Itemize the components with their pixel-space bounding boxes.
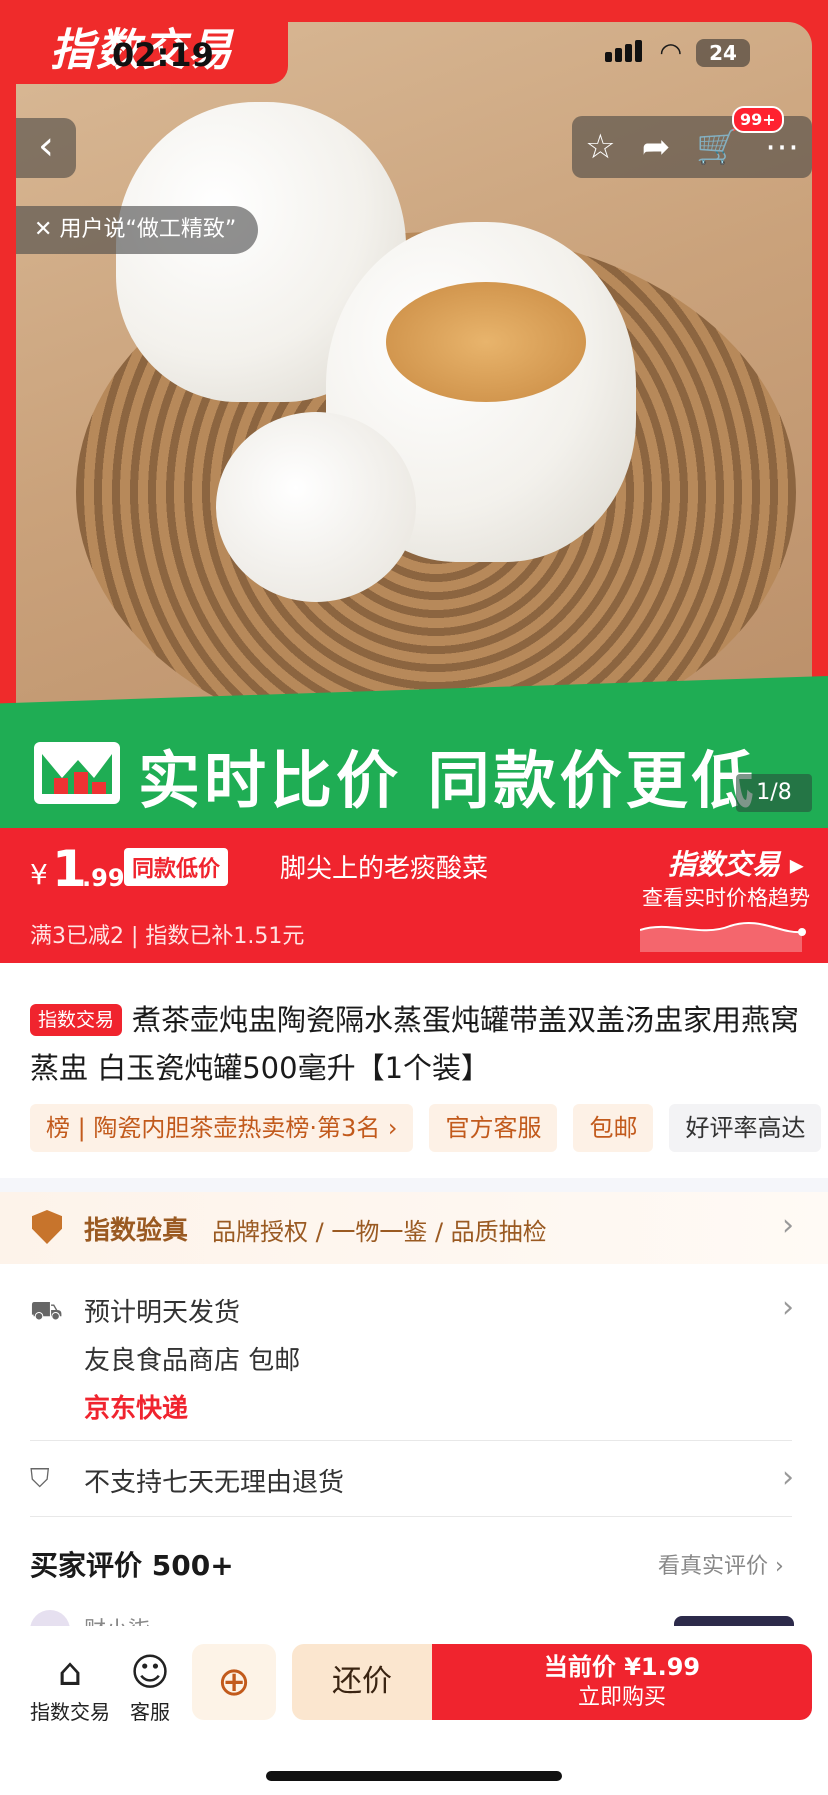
- feature-chips: 榜 | 陶瓷内胆茶壶热卖榜·第3名 › 官方客服 包邮 好评率高达: [30, 1104, 822, 1152]
- status-time: 02:19: [112, 36, 214, 74]
- chip-service[interactable]: 官方客服: [429, 1104, 558, 1152]
- add-cart-button[interactable]: ⊕: [192, 1644, 276, 1720]
- more-icon[interactable]: ⋯: [765, 127, 799, 167]
- close-icon[interactable]: ✕: [34, 217, 59, 242]
- tab-index-trade[interactable]: ⌂ 指数交易: [20, 1648, 120, 1725]
- return-chevron-icon[interactable]: ›: [782, 1460, 794, 1495]
- service-icon: ☺: [130, 1650, 170, 1694]
- add-cart-icon: ⊕: [217, 1659, 251, 1705]
- cart-icon[interactable]: 🛒: [696, 127, 738, 167]
- chip-rating[interactable]: 好评率高达: [669, 1104, 822, 1152]
- star-icon[interactable]: ☆: [585, 127, 615, 167]
- shop-name[interactable]: 脚尖上的老痰酸菜: [280, 848, 488, 885]
- reviews-title: 买家评价 500+: [30, 1549, 234, 1582]
- tab-service[interactable]: ☺ 客服: [120, 1648, 180, 1725]
- soup: [386, 282, 586, 402]
- separator: [30, 1440, 792, 1441]
- back-icon: ‹: [38, 123, 54, 169]
- product-hero: 指数交易 02:19 ◠ 24 ‹ ☆ ➦ 🛒 ⋯ 99+ ✕ 用户说“做工精致…: [0, 0, 828, 828]
- ship-store: 友良食品商店 包邮: [84, 1346, 301, 1376]
- price-trend-sparkline: [640, 921, 806, 952]
- ship-estimate: 预计明天发货: [84, 1298, 241, 1328]
- product-title-block: 指数交易 煮茶壶炖盅陶瓷隔水蒸蛋炖罐带盖双盖汤盅家用燕窝蒸盅 白玉瓷炖罐500毫升…: [30, 996, 810, 1092]
- user-says-tag[interactable]: ✕ 用户说“做工精致”: [16, 206, 259, 254]
- share-icon[interactable]: ➦: [642, 127, 671, 167]
- verify-chevron-icon: ›: [782, 1208, 794, 1243]
- user-says-text: 用户说“做工精致”: [59, 217, 237, 242]
- bargain-button[interactable]: 还价: [292, 1644, 432, 1720]
- reviews-link[interactable]: 看真实评价 ›: [658, 1548, 784, 1580]
- verify-title: 指数验真: [84, 1216, 189, 1246]
- verify-items: 品牌授权 / 一物一鉴 / 品质抽检: [212, 1218, 547, 1246]
- buy-label: 立即购买: [577, 1685, 666, 1710]
- separator: [30, 1516, 792, 1517]
- return-policy[interactable]: 不支持七天无理由退货: [84, 1462, 344, 1499]
- cart-badge: 99+: [732, 106, 784, 133]
- battery-icon: 24: [696, 39, 750, 67]
- price-symbol: ¥: [30, 858, 48, 891]
- back-button[interactable]: ‹: [16, 118, 76, 178]
- product-title: 煮茶壶炖盅陶瓷隔水蒸蛋炖罐带盖双盖汤盅家用燕窝蒸盅 白玉瓷炖罐500毫升【1个装…: [30, 1003, 800, 1085]
- banner-text: 实时比价 同款价更低: [138, 744, 758, 817]
- buy-now-button[interactable]: 当前价 ¥1.99 立即购买: [432, 1644, 812, 1720]
- low-price-badge: 同款低价: [124, 848, 229, 886]
- price-brand[interactable]: 指数交易 ▸: [668, 843, 804, 883]
- pot-lid: [216, 412, 416, 602]
- promo-text: 满3已减2 | 指数已补1.51元: [30, 924, 305, 949]
- tab-label: 指数交易: [30, 1700, 110, 1724]
- status-icons: ◠ 24: [605, 38, 750, 68]
- return-shield-icon: ⛉: [30, 1464, 50, 1494]
- buy-price: 当前价 ¥1.99: [543, 1653, 701, 1681]
- chip-ranking[interactable]: 榜 | 陶瓷内胆茶壶热卖榜·第3名 ›: [30, 1104, 414, 1152]
- price-trend-link[interactable]: 查看实时价格趋势: [642, 882, 810, 912]
- truck-icon: ⛟: [30, 1296, 63, 1326]
- shipping-chevron-icon[interactable]: ›: [782, 1290, 794, 1325]
- price-decimal: .99: [82, 864, 125, 892]
- title-tag: 指数交易: [30, 1004, 123, 1036]
- home-indicator: [266, 1771, 562, 1781]
- section-divider: [0, 1178, 828, 1192]
- tab-label: 客服: [130, 1700, 170, 1724]
- banner-logo: [34, 742, 120, 804]
- wifi-icon: ◠: [659, 38, 682, 68]
- signal-icon: [605, 40, 645, 66]
- price-brand-label: 指数交易: [668, 848, 781, 881]
- store-icon: ⌂: [57, 1650, 83, 1694]
- ship-carrier: 京东快递: [84, 1394, 189, 1424]
- image-pager: 1/8: [736, 774, 812, 812]
- chip-free-shipping[interactable]: 包邮: [573, 1104, 654, 1152]
